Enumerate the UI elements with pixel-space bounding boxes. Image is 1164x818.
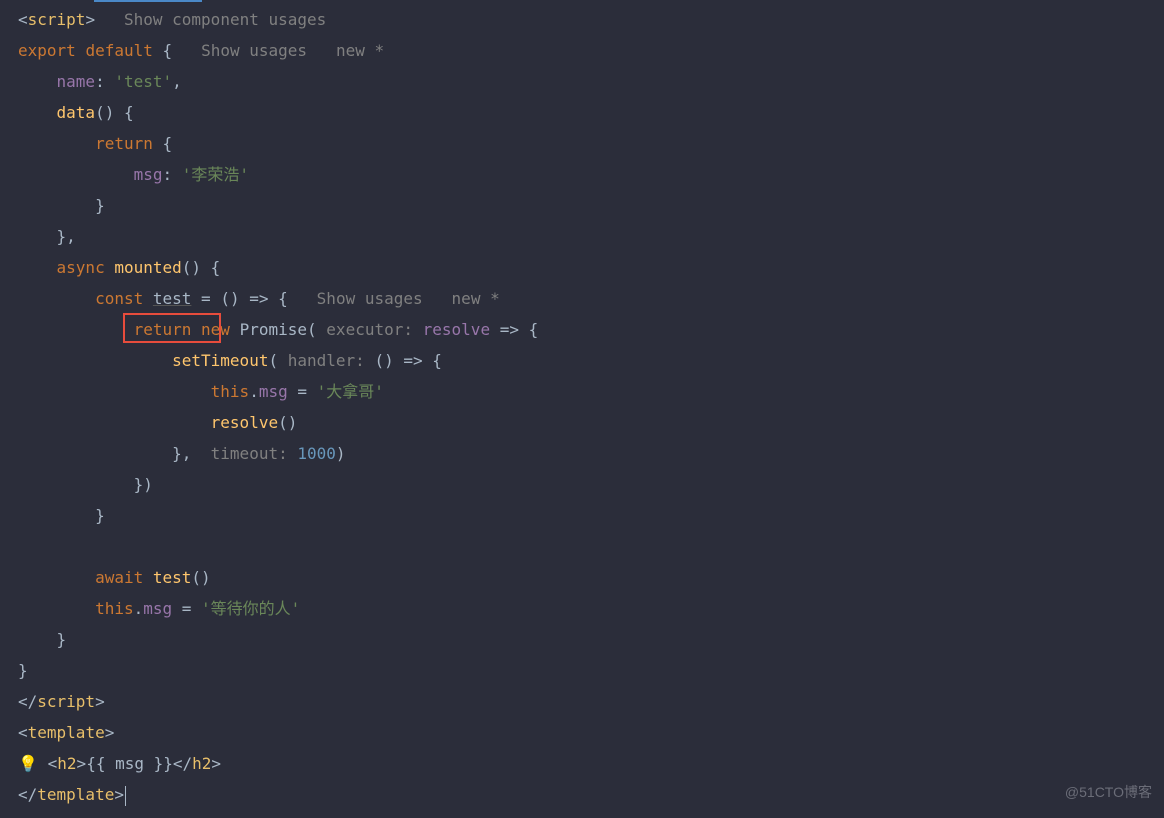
intention-bulb-icon[interactable]: 💡 — [18, 748, 34, 779]
call-test: test — [153, 568, 192, 587]
code-line[interactable]: 💡 <h2>{{ msg }}</h2> — [18, 748, 1164, 779]
code-line[interactable]: }, — [18, 221, 1164, 252]
string-danage: '大拿哥' — [317, 382, 384, 401]
script-close-tag: script — [37, 692, 95, 711]
hint-handler: handler: — [288, 351, 365, 370]
h2-open-tag: h2 — [57, 754, 76, 773]
code-line[interactable]: <script> Show component usages — [18, 4, 1164, 35]
prop-msg-2: msg — [259, 382, 288, 401]
hint-new-star: new * — [336, 41, 384, 60]
call-resolve: resolve — [211, 413, 278, 432]
code-line[interactable]: async mounted() { — [18, 252, 1164, 283]
keyword-await: await — [95, 568, 143, 587]
keyword-export: export — [18, 41, 76, 60]
code-line[interactable]: }, timeout: 1000) — [18, 438, 1164, 469]
text-cursor — [125, 786, 126, 806]
code-line[interactable]: resolve() — [18, 407, 1164, 438]
keyword-new: new — [201, 320, 230, 339]
code-line[interactable]: return { — [18, 128, 1164, 159]
script-open-tag: script — [28, 10, 86, 29]
code-line[interactable]: } — [18, 624, 1164, 655]
code-line[interactable]: }) — [18, 469, 1164, 500]
keyword-async: async — [57, 258, 105, 277]
code-line[interactable]: this.msg = '大拿哥' — [18, 376, 1164, 407]
class-promise: Promise — [240, 320, 307, 339]
keyword-return-2: return — [134, 320, 192, 339]
keyword-this: this — [211, 382, 250, 401]
keyword-this-2: this — [95, 599, 134, 618]
code-line[interactable]: export default { Show usages new * — [18, 35, 1164, 66]
method-mounted: mounted — [114, 258, 181, 277]
keyword-const: const — [95, 289, 143, 308]
hint-show-usages[interactable]: Show usages — [201, 41, 307, 60]
template-open-tag: template — [28, 723, 105, 742]
code-line[interactable]: } — [18, 500, 1164, 531]
code-line[interactable]: } — [18, 655, 1164, 686]
prop-msg-3: msg — [143, 599, 172, 618]
code-line[interactable] — [18, 531, 1164, 562]
template-close-tag: template — [37, 785, 114, 804]
hint-executor: executor: — [326, 320, 413, 339]
hint-new-star-2: new * — [452, 289, 500, 308]
keyword-default: default — [85, 41, 152, 60]
param-resolve: resolve — [423, 320, 490, 339]
string-dengdai: '等待你的人' — [201, 599, 300, 618]
code-line[interactable]: const test = () => { Show usages new * — [18, 283, 1164, 314]
call-settimeout: setTimeout — [172, 351, 268, 370]
mustache-msg: {{ msg }} — [86, 754, 173, 773]
code-line[interactable]: <template> — [18, 717, 1164, 748]
code-line[interactable]: return new Promise( executor: resolve =>… — [18, 314, 1164, 345]
number-1000: 1000 — [297, 444, 336, 463]
hint-component-usages[interactable]: Show component usages — [124, 10, 326, 29]
prop-msg: msg — [134, 165, 163, 184]
code-line[interactable]: data() { — [18, 97, 1164, 128]
string-lironghao: '李荣浩' — [182, 165, 249, 184]
code-line[interactable]: name: 'test', — [18, 66, 1164, 97]
keyword-return: return — [95, 134, 153, 153]
hint-show-usages-2[interactable]: Show usages — [317, 289, 423, 308]
watermark: @51CTO博客 — [1065, 777, 1152, 808]
var-test: test — [153, 289, 192, 308]
method-data: data — [57, 103, 96, 122]
code-line[interactable]: } — [18, 190, 1164, 221]
code-line[interactable]: await test() — [18, 562, 1164, 593]
code-line[interactable]: </template> — [18, 779, 1164, 810]
h2-close-tag: h2 — [192, 754, 211, 773]
code-line[interactable]: msg: '李荣浩' — [18, 159, 1164, 190]
code-line[interactable]: this.msg = '等待你的人' — [18, 593, 1164, 624]
code-line[interactable]: </script> — [18, 686, 1164, 717]
code-editor[interactable]: <script> Show component usages export de… — [0, 0, 1164, 810]
hint-timeout: timeout: — [211, 444, 288, 463]
code-line[interactable]: setTimeout( handler: () => { — [18, 345, 1164, 376]
prop-name: name — [57, 72, 96, 91]
string-test: 'test' — [114, 72, 172, 91]
